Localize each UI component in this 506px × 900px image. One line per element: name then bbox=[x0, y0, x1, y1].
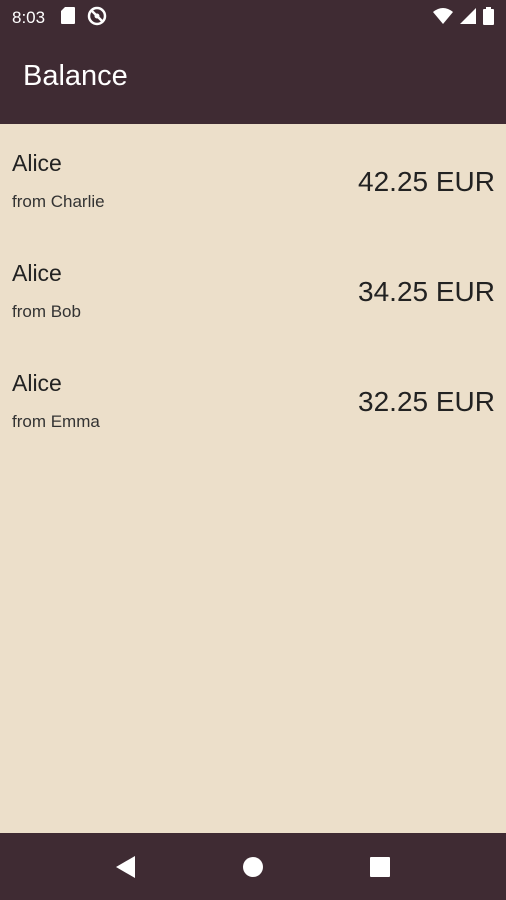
balance-subtitle: from Charlie bbox=[12, 192, 105, 211]
battery-icon bbox=[483, 6, 494, 30]
back-button[interactable] bbox=[96, 833, 156, 900]
home-button[interactable] bbox=[223, 833, 283, 900]
home-icon bbox=[243, 856, 263, 877]
page-title: Balance bbox=[23, 59, 128, 92]
balance-subtitle: from Emma bbox=[12, 412, 100, 431]
navigation-bar bbox=[0, 833, 506, 900]
status-icons-left bbox=[61, 6, 107, 31]
status-icons-right bbox=[433, 0, 494, 36]
balance-amount: 42.25 EUR bbox=[358, 166, 495, 197]
status-bar: 8:03 bbox=[0, 0, 506, 36]
sd-card-icon bbox=[61, 7, 76, 29]
balance-row[interactable]: Alice from Emma 32.25 EUR bbox=[0, 344, 506, 454]
recents-icon bbox=[370, 856, 390, 877]
back-icon bbox=[116, 855, 135, 878]
status-time: 8:03 bbox=[12, 8, 46, 27]
recents-button[interactable] bbox=[350, 833, 410, 900]
wifi-icon bbox=[433, 7, 453, 29]
do-not-disturb-icon bbox=[87, 6, 107, 31]
balance-row[interactable]: Alice from Charlie 42.25 EUR bbox=[0, 124, 506, 234]
balance-name: Alice bbox=[12, 260, 62, 286]
signal-icon bbox=[460, 7, 476, 29]
balance-name: Alice bbox=[12, 370, 62, 396]
balance-name: Alice bbox=[12, 150, 62, 176]
balance-subtitle: from Bob bbox=[12, 302, 81, 321]
balance-row[interactable]: Alice from Bob 34.25 EUR bbox=[0, 234, 506, 344]
balance-amount: 34.25 EUR bbox=[358, 276, 495, 307]
balance-amount: 32.25 EUR bbox=[358, 386, 495, 417]
app-bar: Balance bbox=[0, 36, 506, 124]
balance-list: Alice from Charlie 42.25 EUR Alice from … bbox=[0, 124, 506, 454]
